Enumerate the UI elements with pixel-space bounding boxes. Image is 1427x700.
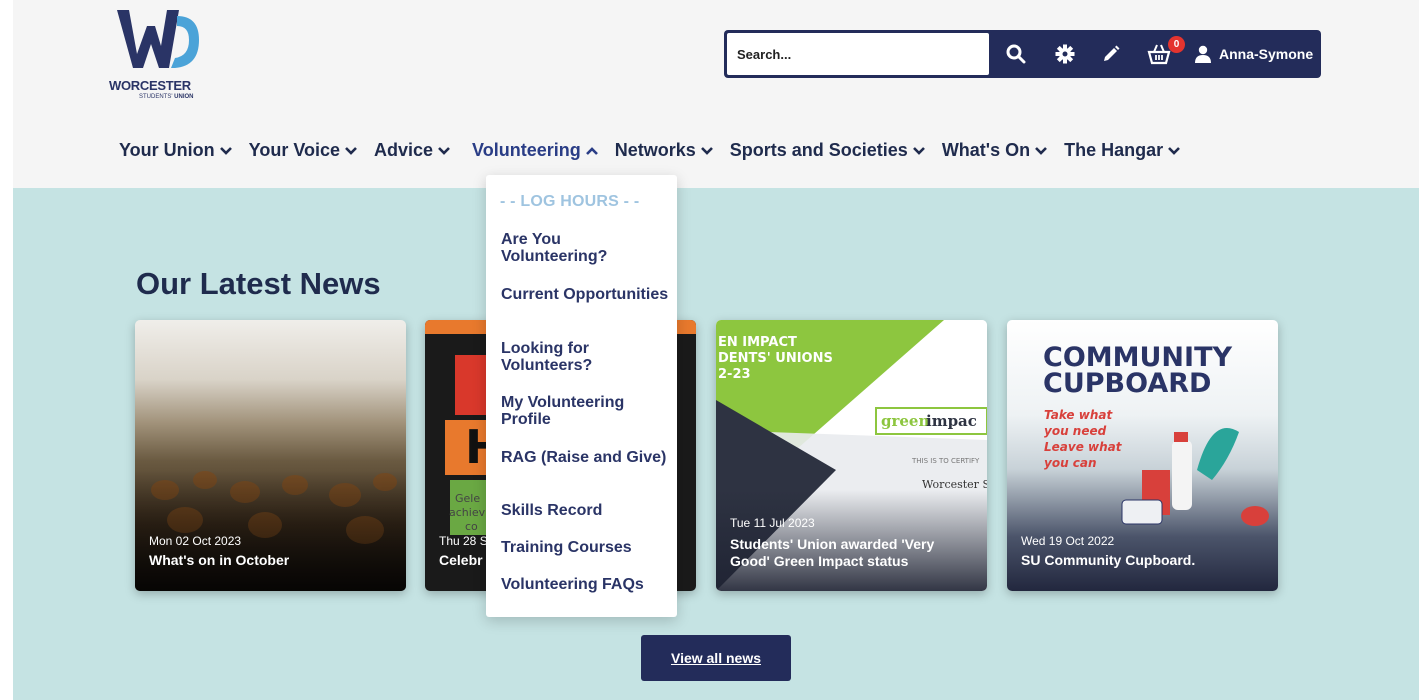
news-card[interactable]: Mon 02 Oct 2023 What's on in October xyxy=(135,320,406,591)
news-card-date: Thu 28 S xyxy=(439,534,488,548)
nav-networks[interactable]: Networks xyxy=(615,140,713,161)
poster-text: achiev xyxy=(449,506,486,519)
chevron-down-icon xyxy=(438,146,450,155)
site-logo[interactable]: WORCESTER STUDENTS' UNION xyxy=(109,6,209,104)
certificate-text: green xyxy=(881,412,929,430)
search-icon[interactable] xyxy=(1004,42,1028,66)
certificate-text: THIS IS TO CERTIFY xyxy=(911,457,980,465)
dropdown-item-volunteering-faqs[interactable]: Volunteering FAQs xyxy=(501,576,671,593)
dropdown-item-are-you-volunteering[interactable]: Are You Volunteering? xyxy=(501,231,671,265)
nav-whats-on[interactable]: What's On xyxy=(942,140,1048,161)
poster-text: Gele xyxy=(455,492,480,505)
dropdown-item-rag[interactable]: RAG (Raise and Give) xyxy=(501,449,671,466)
view-all-news-button[interactable]: View all news xyxy=(641,635,791,681)
nav-volunteering[interactable]: Volunteering xyxy=(472,140,598,161)
nav-advice[interactable]: Advice xyxy=(374,140,450,161)
news-card[interactable]: COMMUNITY CUPBOARD Take what you need Le… xyxy=(1007,320,1278,591)
news-card-title: What's on in October xyxy=(149,552,290,568)
certificate-text: 2-23 xyxy=(718,367,751,382)
gear-icon[interactable] xyxy=(1053,42,1077,66)
cupboard-slogan: Take what xyxy=(1044,408,1113,422)
pumpkin-field-image xyxy=(135,470,406,591)
dropdown-item-my-volunteering-profile[interactable]: My Volunteering Profile xyxy=(501,394,671,428)
certificate-text: EN IMPACT xyxy=(718,335,797,350)
user-toolbar: 0 Anna-Symone xyxy=(724,30,1321,78)
poster-text: co xyxy=(465,520,478,533)
cupboard-slogan: Leave what xyxy=(1044,440,1123,454)
dropdown-item-training-courses[interactable]: Training Courses xyxy=(501,539,671,556)
chevron-up-icon xyxy=(585,146,598,155)
site-header: WORCESTER STUDENTS' UNION 0 Anna- xyxy=(13,0,1419,188)
nav-the-hangar[interactable]: The Hangar xyxy=(1064,140,1181,161)
dropdown-item-current-opportunities[interactable]: Current Opportunities xyxy=(501,286,671,303)
news-card[interactable]: green impac EN IMPACT DENTS' UNIONS 2-23… xyxy=(716,320,987,591)
news-card-date: Wed 19 Oct 2022 xyxy=(1021,534,1115,548)
news-card-title: Students' Union awarded 'Very Good' Gree… xyxy=(730,536,935,569)
news-card-date: Tue 11 Jul 2023 xyxy=(730,516,815,530)
cupboard-slogan: you need xyxy=(1044,424,1107,438)
search-input[interactable] xyxy=(726,32,990,76)
chevron-down-icon xyxy=(912,146,925,155)
news-card-date: Mon 02 Oct 2023 xyxy=(149,534,242,548)
dropdown-item-skills-record[interactable]: Skills Record xyxy=(501,502,671,519)
certificate-text: Worcester SU xyxy=(922,478,987,491)
user-account-name[interactable]: Anna-Symone xyxy=(1219,46,1313,62)
cupboard-heading: CUPBOARD xyxy=(1043,368,1211,399)
nav-your-union[interactable]: Your Union xyxy=(119,140,232,161)
news-section-title: Our Latest News xyxy=(136,266,381,301)
page-background: WORCESTER STUDENTS' UNION 0 Anna- xyxy=(13,0,1419,700)
pencil-icon[interactable] xyxy=(1099,42,1123,66)
chevron-down-icon xyxy=(1168,146,1181,155)
volunteering-dropdown-menu: - - LOG HOURS - - Are You Volunteering? … xyxy=(486,175,677,617)
chevron-down-icon xyxy=(1035,146,1048,155)
chevron-down-icon xyxy=(345,146,357,155)
nav-sports-and-societies[interactable]: Sports and Societies xyxy=(730,140,925,161)
chevron-down-icon xyxy=(219,146,232,155)
certificate-text: DENTS' UNIONS xyxy=(718,351,833,366)
cupboard-slogan: you can xyxy=(1044,456,1097,470)
nav-your-voice[interactable]: Your Voice xyxy=(249,140,357,161)
chevron-down-icon xyxy=(700,146,713,155)
main-nav: Your Union Your Voice Advice Volunteerin… xyxy=(119,140,1181,161)
community-cupboard-image: COMMUNITY CUPBOARD Take what you need Le… xyxy=(1043,342,1269,526)
user-icon[interactable] xyxy=(1194,42,1212,66)
logo-mark-icon xyxy=(117,10,199,68)
news-card-title: SU Community Cupboard. xyxy=(1021,552,1196,568)
dropdown-log-hours-link[interactable]: - - LOG HOURS - - xyxy=(500,193,639,211)
certificate-text: impac xyxy=(926,412,977,430)
cart-count-badge: 0 xyxy=(1168,36,1185,53)
logo-wordmark: WORCESTER xyxy=(109,78,191,93)
dropdown-item-looking-for-volunteers[interactable]: Looking for Volunteers? xyxy=(501,340,671,374)
logo-subtitle: STUDENTS' UNION xyxy=(139,94,194,100)
